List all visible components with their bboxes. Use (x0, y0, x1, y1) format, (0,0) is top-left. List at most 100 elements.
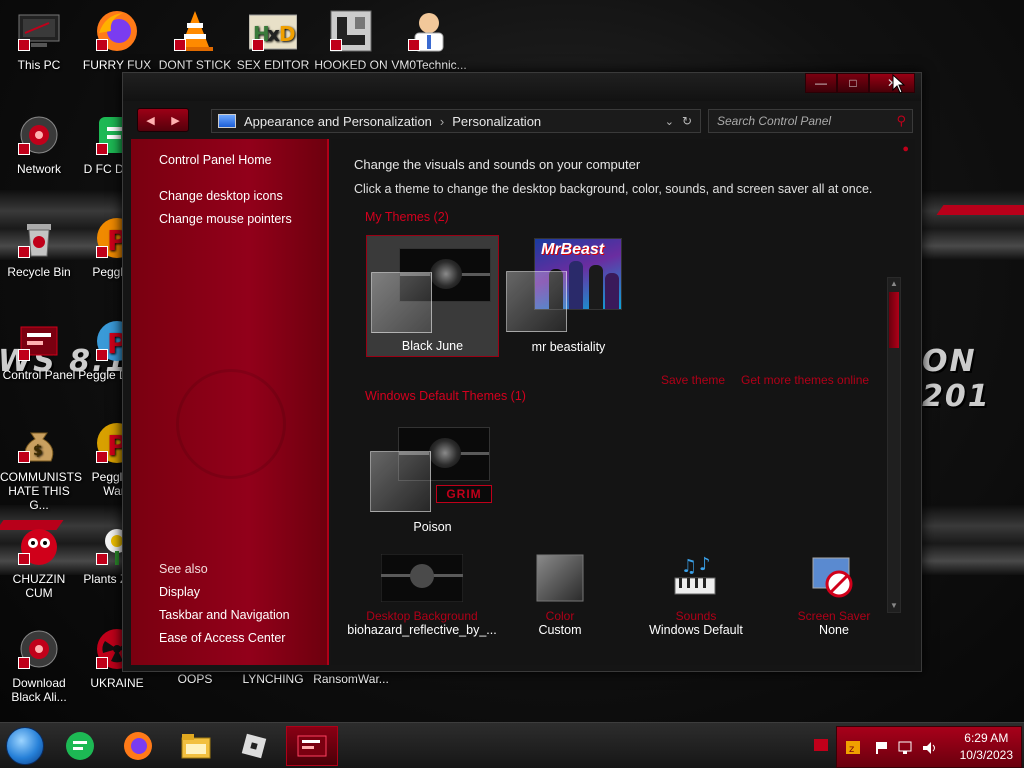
action-center-flag-icon[interactable] (873, 740, 889, 754)
network-icon (15, 112, 63, 158)
network-status-icon[interactable] (897, 740, 913, 754)
theme-name: mr beastiality (531, 340, 606, 354)
address-bar[interactable]: Appearance and Personalization › Persona… (211, 109, 701, 133)
save-theme-link[interactable]: Save theme (661, 373, 725, 387)
desktop-icon-label: Network (16, 162, 61, 176)
taskbar-app-green[interactable] (54, 726, 106, 766)
back-arrow-icon[interactable]: ◀ (146, 114, 154, 127)
forward-arrow-icon[interactable]: ▶ (171, 114, 179, 127)
hex-editor-icon: HxD (249, 8, 297, 54)
minimize-button[interactable]: — (805, 73, 837, 93)
refresh-icon[interactable]: ↻ (682, 114, 692, 128)
scroll-up-arrow[interactable]: ▲ (888, 278, 900, 290)
theme-poison[interactable]: GRIM Poison (366, 415, 499, 537)
sounds-icon: ♫ ♪ (674, 554, 716, 595)
screen-saver-icon (812, 557, 853, 598)
taskbar-control-panel[interactable] (286, 726, 338, 766)
desktop-background-title[interactable]: Desktop Background (347, 609, 497, 623)
desktop-icon-control-panel[interactable]: Control Panel (0, 318, 78, 382)
desktop-icon-communists[interactable]: $ COMMUNISTS HATE THIS G... (0, 420, 82, 512)
show-hidden-icons[interactable] (814, 739, 828, 751)
scrollbar-thumb[interactable] (889, 292, 899, 348)
desktop-icon-chuzzin[interactable]: CHUZZIN CUM (0, 522, 78, 600)
back-forward-buttons[interactable]: ◀ ▶ (137, 108, 189, 132)
sounds-title[interactable]: Sounds (621, 609, 771, 623)
chevron-down-icon[interactable]: ⌄ (665, 115, 674, 128)
desktop-icon-label: RansomWar... (313, 672, 389, 686)
desktop-icon-hooked-on[interactable]: HOOKED ON (312, 8, 390, 72)
sidebar-link-mouse-pointers[interactable]: Change mouse pointers (159, 212, 292, 226)
doctor-icon (405, 8, 453, 54)
desktop-icon-label: UKRAINE (90, 676, 144, 690)
desktop-icon-label: Control Panel (2, 368, 76, 382)
color-item[interactable]: Color Custom (485, 554, 635, 637)
desktop-background-item[interactable]: Desktop Background biohazard_reflective_… (347, 553, 497, 637)
desktop-icon-label: This PC (17, 58, 61, 72)
page-title: Change the visuals and sounds on your co… (354, 157, 641, 172)
desktop-icon-label: LYNCHING (242, 672, 304, 686)
screen-saver-item[interactable]: Screen Saver None (759, 554, 909, 637)
sidebar-link-taskbar[interactable]: Taskbar and Navigation (159, 608, 290, 622)
help-icon[interactable]: ● (902, 143, 909, 155)
theme-mr-beastiality[interactable]: MrBeast mr beastiality (502, 235, 635, 357)
start-button[interactable] (6, 727, 44, 765)
sidebar-see-also-header: See also (159, 562, 208, 576)
computer-icon (15, 8, 63, 54)
update-icon[interactable]: z (845, 740, 861, 754)
clock-date: 10/3/2023 (959, 748, 1013, 762)
desktop-icon-sex-editor[interactable]: HxD SEX EDITOR (234, 8, 312, 72)
color-value: Custom (538, 623, 582, 637)
sidebar-link-display[interactable]: Display (159, 585, 200, 599)
personalization-window: — □ ✕ ◀ ▶ Appearance and Personalization… (122, 72, 922, 672)
desktop-icon-download-black-ali[interactable]: Download Black Ali... (0, 626, 78, 704)
system-tray: z 6:29 AM 10/3/2023 (836, 726, 1022, 768)
desktop-icon-label: Download Black Ali... (11, 676, 67, 704)
my-themes-header: My Themes (2) (365, 210, 449, 224)
svg-text:$: $ (33, 443, 43, 459)
desktop-icon-label: HOOKED ON (314, 58, 388, 72)
sidebar-link-ease-of-access[interactable]: Ease of Access Center (159, 631, 285, 645)
theme-components: Desktop Background biohazard_reflective_… (331, 553, 915, 665)
taskbar-roblox[interactable] (228, 726, 280, 766)
sounds-item[interactable]: ♫ ♪ Sounds Windows Default (621, 554, 771, 637)
color-swatch-icon (536, 554, 584, 602)
screen-saver-title[interactable]: Screen Saver (759, 609, 909, 623)
desktop-icon-oops[interactable]: OOPS (156, 672, 234, 686)
taskbar-file-explorer[interactable] (170, 726, 222, 766)
svg-text:♫: ♫ (681, 556, 697, 577)
desktop-icon-furry-fux[interactable]: FURRY FUX (78, 8, 156, 72)
theme-badge: GRIM (436, 485, 492, 503)
sidebar-link-desktop-icons[interactable]: Change desktop icons (159, 189, 283, 203)
desktop-icon-label: VM0Technic... (391, 58, 467, 72)
breadcrumb-personalization[interactable]: Personalization (452, 114, 541, 129)
search-placeholder: Search Control Panel (717, 114, 832, 128)
control-panel-icon (218, 114, 236, 128)
firefox-icon (93, 8, 141, 54)
search-icon[interactable]: ⚲ (896, 113, 906, 129)
theme-black-june[interactable]: Black June (366, 235, 499, 357)
desktop-background-thumbnail (380, 553, 464, 603)
mouse-cursor (892, 74, 906, 94)
color-title[interactable]: Color (485, 609, 635, 623)
get-more-themes-link[interactable]: Get more themes online (741, 373, 869, 387)
breadcrumb-appearance[interactable]: Appearance and Personalization (244, 114, 432, 129)
volume-icon[interactable] (921, 740, 937, 754)
default-themes-header: Windows Default Themes (1) (365, 389, 526, 403)
breadcrumb-separator: › (439, 113, 445, 129)
desktop-icon-vm0technic[interactable]: VM0Technic... (390, 8, 468, 72)
desktop-icon-dont-stick[interactable]: DONT STICK (156, 8, 234, 72)
theme-color-swatch (506, 271, 567, 332)
taskbar-firefox[interactable] (112, 726, 164, 766)
desktop-icon-ransomware[interactable]: RansomWar... (312, 672, 390, 686)
desktop-icon-network[interactable]: Network (0, 112, 78, 176)
wallpaper-stripe (936, 205, 1024, 215)
sidebar-link-control-panel-home[interactable]: Control Panel Home (159, 153, 272, 167)
maximize-button[interactable]: □ (837, 73, 869, 93)
desktop-icon-this-pc[interactable]: This PC (0, 8, 78, 72)
recycle-bin-icon (15, 215, 63, 261)
desktop-icon-lynching[interactable]: LYNCHING (234, 672, 312, 686)
clock[interactable]: 6:29 AM 10/3/2023 (960, 730, 1013, 764)
window-titlebar[interactable]: — □ ✕ (123, 73, 921, 101)
desktop-icon-recycle-bin[interactable]: Recycle Bin (0, 215, 78, 279)
search-input[interactable]: Search Control Panel ⚲ (708, 109, 913, 133)
